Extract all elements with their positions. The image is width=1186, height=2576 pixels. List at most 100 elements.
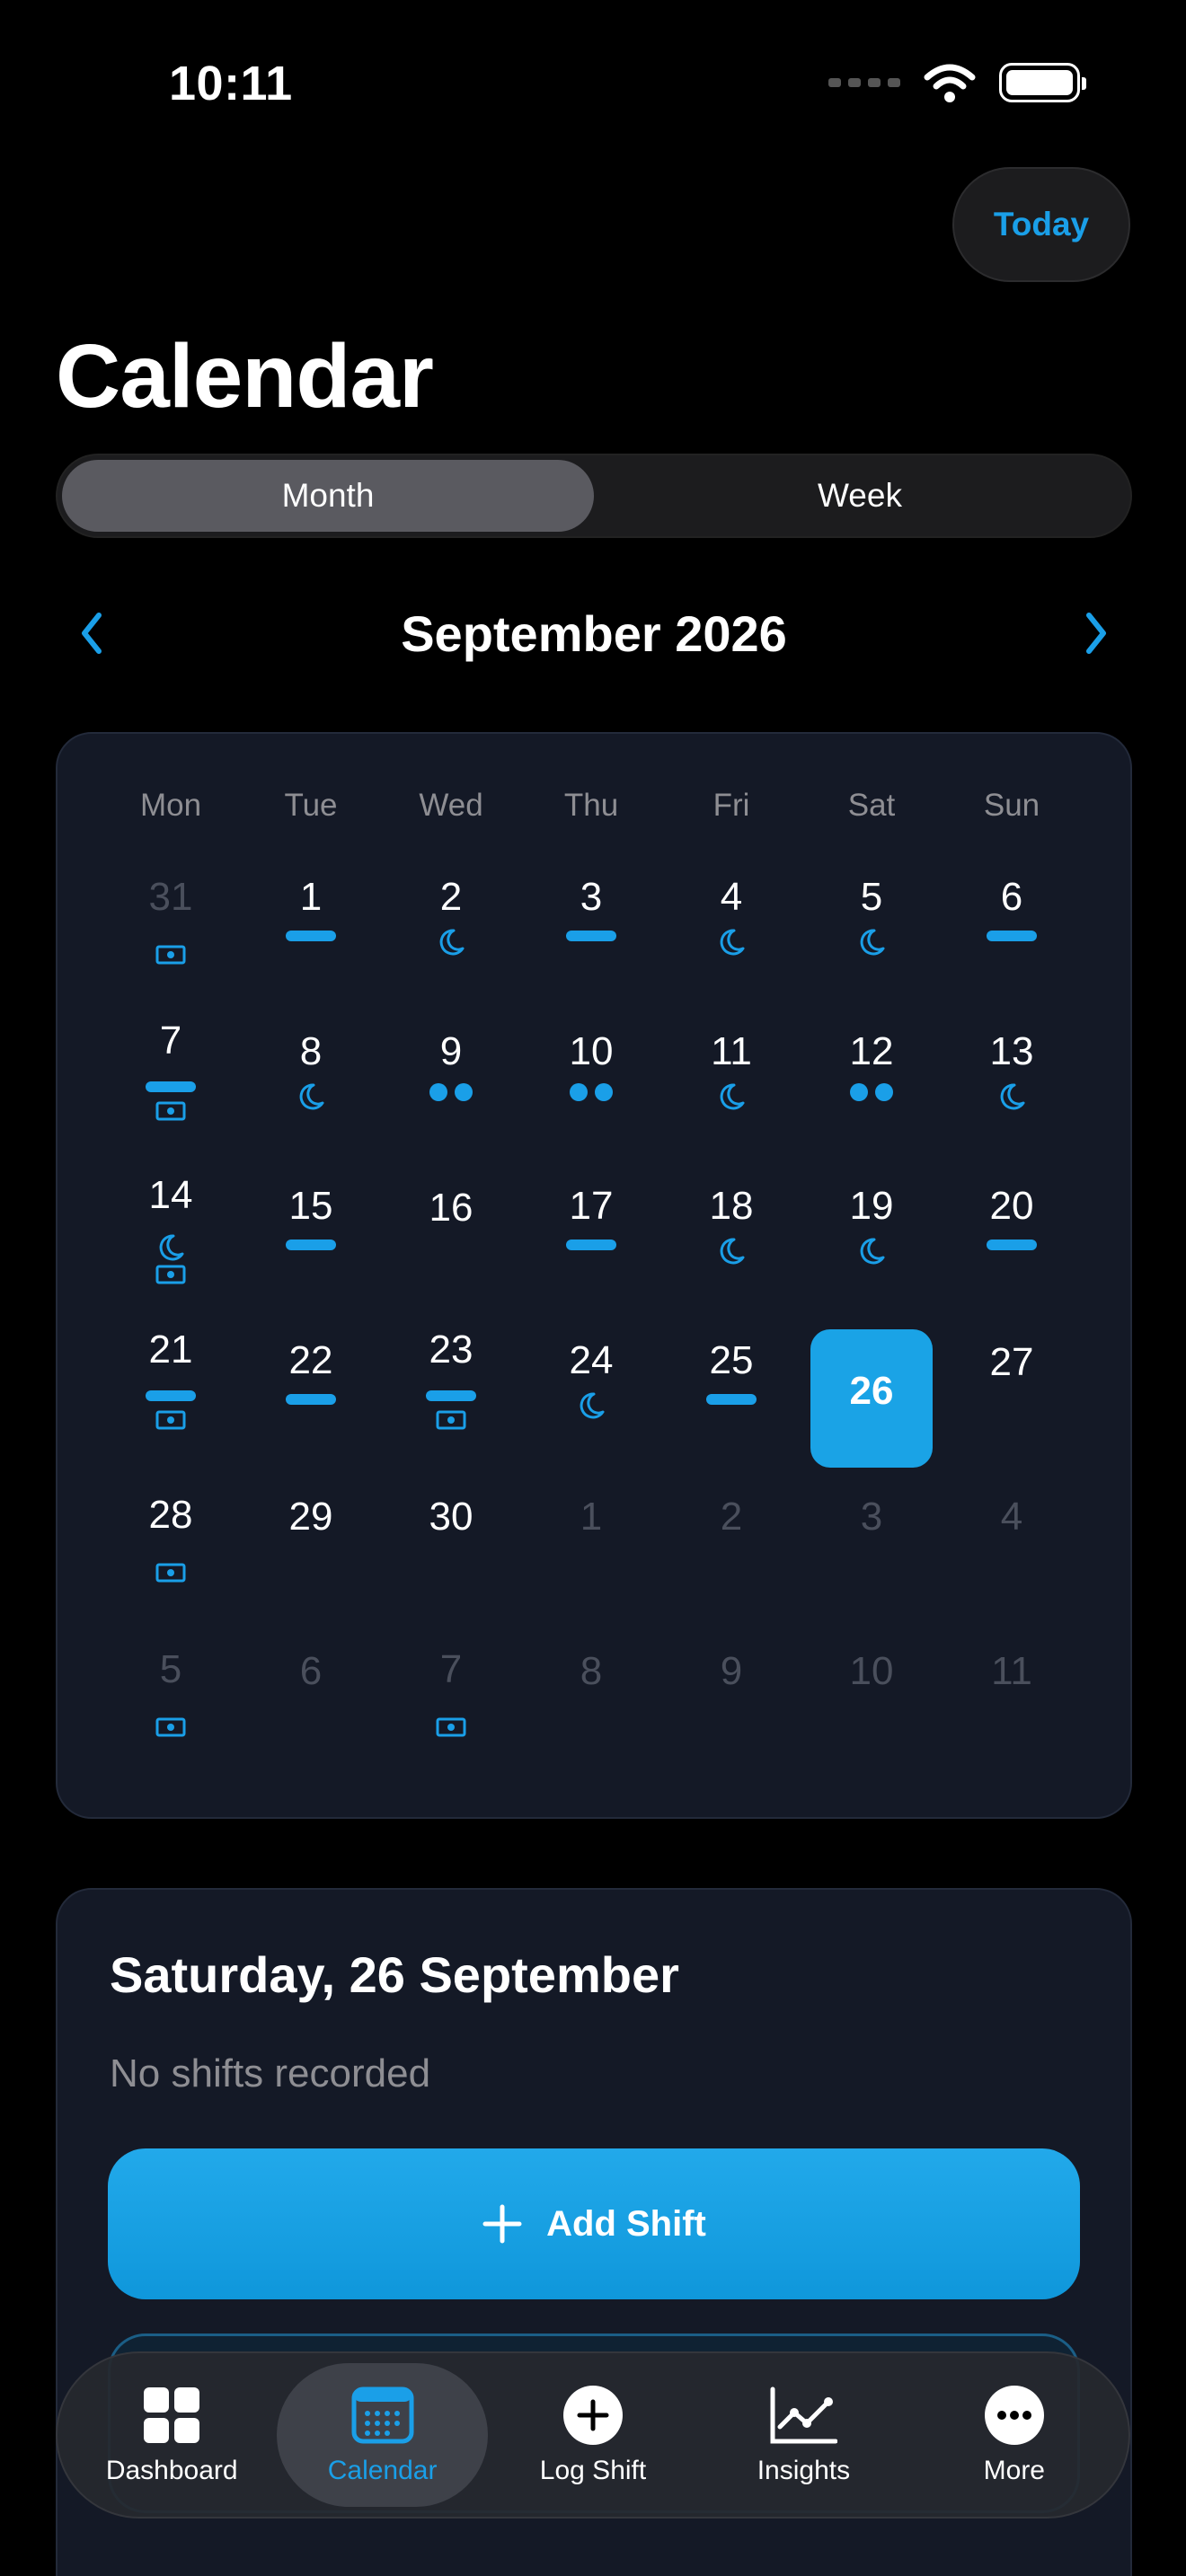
tab-bar: Dashboard Calendar Log Shift Insights Mo…	[56, 2351, 1130, 2519]
shift-bar	[146, 1390, 196, 1401]
day-number: 29	[288, 1495, 333, 1539]
calendar-day[interactable]: 21	[101, 1328, 241, 1482]
tab-label: Insights	[757, 2456, 851, 2485]
day-number: 27	[989, 1340, 1034, 1384]
cash-icon	[436, 1717, 466, 1737]
day-number: 7	[159, 1019, 182, 1063]
calendar-day[interactable]: 6	[241, 1636, 381, 1791]
day-number: 7	[439, 1647, 463, 1691]
add-shift-button[interactable]: Add Shift	[108, 2148, 1080, 2299]
calendar-day[interactable]: 5	[801, 864, 942, 1019]
calendar-day[interactable]: 22	[241, 1328, 381, 1482]
calendar-day[interactable]: 10	[801, 1636, 942, 1791]
today-button[interactable]: Today	[952, 167, 1130, 282]
calendar-day[interactable]: 2	[381, 864, 521, 1019]
moon-indicator	[296, 1081, 326, 1112]
day-number: 1	[580, 1495, 603, 1539]
calendar-day[interactable]: 20	[942, 1173, 1082, 1328]
day-number: 21	[148, 1328, 193, 1372]
calendar-day[interactable]: 17	[521, 1173, 661, 1328]
calendar-day[interactable]: 9	[381, 1019, 521, 1173]
calendar-day[interactable]: 8	[241, 1019, 381, 1173]
tab-log-shift[interactable]: Log Shift	[488, 2363, 698, 2507]
calendar-day[interactable]: 6	[942, 864, 1082, 1019]
calendar-day[interactable]: 7	[381, 1636, 521, 1791]
cash-indicator	[155, 1563, 186, 1583]
day-number: 15	[288, 1184, 333, 1228]
calendar-day[interactable]: 13	[942, 1019, 1082, 1173]
calendar-day[interactable]: 25	[661, 1328, 801, 1482]
cellular-signal-icon	[828, 78, 900, 87]
calendar-day[interactable]: 4	[942, 1482, 1082, 1636]
moon-icon	[580, 1392, 605, 1419]
empty-state-text: No shifts recorded	[110, 2051, 431, 2095]
previous-month-button[interactable]	[56, 597, 128, 669]
cash-icon	[155, 1265, 186, 1284]
calendar-day[interactable]: 10	[521, 1019, 661, 1173]
calendar-day[interactable]: 7	[101, 1019, 241, 1173]
calendar-day[interactable]: 18	[661, 1173, 801, 1328]
calendar-day[interactable]: 11	[661, 1019, 801, 1173]
dots-indicator	[850, 1083, 893, 1101]
cash-icon	[155, 1101, 186, 1121]
line-chart-icon	[770, 2386, 838, 2444]
calendar-day[interactable]: 3	[521, 864, 661, 1019]
calendar-day[interactable]: 29	[241, 1482, 381, 1636]
day-number: 31	[148, 875, 193, 919]
calendar-day[interactable]: 15	[241, 1173, 381, 1328]
day-number: 22	[288, 1338, 333, 1382]
calendar-day[interactable]: 9	[661, 1636, 801, 1791]
calendar-day[interactable]: 19	[801, 1173, 942, 1328]
calendar-day[interactable]: 24	[521, 1328, 661, 1482]
cash-icon	[155, 1717, 186, 1737]
calendar-day[interactable]: 1	[241, 864, 381, 1019]
day-number: 10	[849, 1649, 894, 1693]
day-number: 28	[148, 1493, 193, 1537]
moon-icon	[860, 1238, 885, 1265]
calendar-day[interactable]: 27	[942, 1328, 1082, 1482]
weekday-header: Mon Tue Wed Thu Fri Sat Sun	[101, 788, 1082, 824]
shift-bar	[286, 931, 336, 941]
dots-indicator	[570, 1083, 613, 1101]
day-number: 5	[860, 875, 883, 919]
calendar-day[interactable]: 1	[521, 1482, 661, 1636]
calendar-day[interactable]: 14	[101, 1173, 241, 1328]
calendar-day[interactable]: 11	[942, 1636, 1082, 1791]
tab-insights[interactable]: Insights	[698, 2363, 908, 2507]
calendar-day[interactable]: 5	[101, 1636, 241, 1791]
moon-indicator	[856, 1236, 887, 1266]
day-number: 30	[429, 1495, 474, 1539]
calendar-day[interactable]: 16	[381, 1173, 521, 1328]
tab-calendar[interactable]: Calendar	[277, 2363, 488, 2507]
next-month-button[interactable]	[1060, 597, 1132, 669]
bar-indicator	[286, 931, 336, 941]
cash-indicator	[436, 1410, 466, 1430]
bar-indicator	[286, 1394, 336, 1405]
calendar-day[interactable]: 31	[101, 864, 241, 1019]
calendar-day[interactable]: 28	[101, 1482, 241, 1636]
calendar-day[interactable]: 2	[661, 1482, 801, 1636]
tab-more[interactable]: More	[909, 2363, 1120, 2507]
day-number: 8	[580, 1649, 603, 1693]
tab-label: More	[983, 2456, 1045, 2485]
calendar-day[interactable]: 30	[381, 1482, 521, 1636]
calendar-day[interactable]: 8	[521, 1636, 661, 1791]
calendar-day[interactable]: 3	[801, 1482, 942, 1636]
moon-indicator	[996, 1081, 1027, 1112]
calendar-day[interactable]: 23	[381, 1328, 521, 1482]
segment-week[interactable]: Week	[594, 460, 1126, 532]
bar-indicator	[146, 1081, 196, 1092]
tab-dashboard[interactable]: Dashboard	[66, 2363, 277, 2507]
calendar-day[interactable]: 4	[661, 864, 801, 1019]
moon-icon	[720, 929, 745, 956]
calendar-day-selected[interactable]: 26	[801, 1328, 942, 1482]
day-number: 3	[860, 1495, 883, 1539]
day-grid: 31 1 2 3 4 5 6 7 8 9 10 11 12 13 14 15 16 17 18 19 20 21 22 23 2…	[101, 864, 1082, 1791]
shift-bar	[566, 1239, 616, 1250]
calendar-day[interactable]: 12	[801, 1019, 942, 1173]
calendar-icon	[351, 2386, 414, 2444]
day-number: 9	[439, 1029, 463, 1073]
day-number: 24	[569, 1338, 614, 1382]
segment-month[interactable]: Month	[62, 460, 594, 532]
selected-date-title: Saturday, 26 September	[110, 1946, 679, 2003]
